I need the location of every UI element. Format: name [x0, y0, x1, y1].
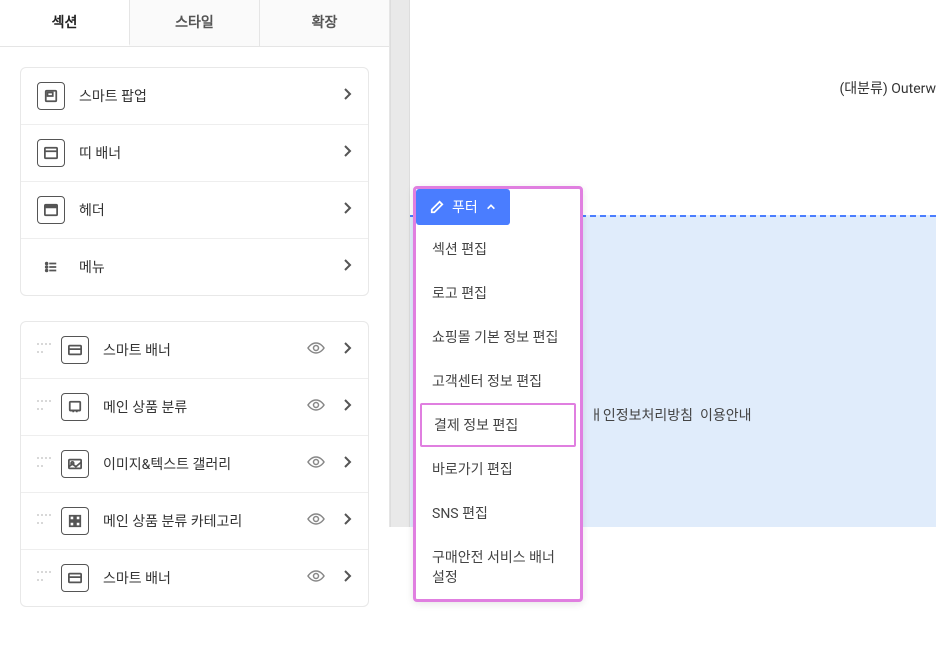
menu-header[interactable]: 푸터 — [416, 189, 510, 225]
item-label: 헤더 — [79, 200, 342, 220]
list-item[interactable]: 스마트 배너 — [21, 550, 368, 606]
menu-item-sns-edit[interactable]: SNS 편집 — [416, 491, 580, 535]
drag-handle-icon[interactable] — [37, 400, 51, 414]
terms-link[interactable]: 이용안내 — [700, 405, 752, 425]
tabs: 섹션 스타일 확장 — [0, 0, 389, 47]
item-label: 메인 상품 분류 — [103, 397, 306, 417]
sidebar: 섹션 스타일 확장 스마트 팝업 띠 배너 — [0, 0, 390, 527]
item-label: 스마트 배너 — [103, 340, 306, 360]
item-label: 메인 상품 분류 카테고리 — [103, 511, 306, 531]
edit-icon — [430, 200, 444, 214]
vertical-scrollbar[interactable] — [390, 0, 410, 527]
visibility-icon[interactable] — [306, 395, 326, 419]
chevron-right-icon — [342, 258, 352, 276]
tab-style[interactable]: 스타일 — [130, 0, 260, 46]
popup-icon — [37, 82, 65, 110]
gallery-icon — [61, 450, 89, 478]
footer-context-menu: 푸터 섹션 편집 로고 편집 쇼핑몰 기본 정보 편집 고객센터 정보 편집 결… — [413, 186, 583, 602]
product-category-icon — [61, 393, 89, 421]
smart-banner-icon — [61, 336, 89, 364]
menu-item-payment-info-edit[interactable]: 결제 정보 편집 — [420, 403, 576, 447]
chevron-right-icon — [342, 512, 352, 530]
chevron-right-icon — [342, 569, 352, 587]
privacy-link[interactable]: ㅐ인정보처리방침 — [590, 405, 693, 425]
list-item[interactable]: 메인 상품 분류 — [21, 379, 368, 436]
item-label: 스마트 팝업 — [79, 86, 342, 106]
drag-handle-icon[interactable] — [37, 457, 51, 471]
visibility-icon[interactable] — [306, 566, 326, 590]
chevron-right-icon — [342, 201, 352, 219]
chevron-right-icon — [342, 455, 352, 473]
menu-header-label: 푸터 — [452, 197, 478, 217]
chevron-right-icon — [342, 144, 352, 162]
category-grid-icon — [61, 507, 89, 535]
menu-item-safety-banner[interactable]: 구매안전 서비스 배너 설정 — [416, 535, 580, 599]
breadcrumb: (대분류) Outerw — [839, 78, 936, 98]
tab-extend[interactable]: 확장 — [260, 0, 389, 46]
menu-item-logo-edit[interactable]: 로고 편집 — [416, 271, 580, 315]
list-item[interactable]: 이미지&텍스트 갤러리 — [21, 436, 368, 493]
item-menu[interactable]: 메뉴 — [21, 239, 368, 295]
chevron-right-icon — [342, 398, 352, 416]
menu-item-section-edit[interactable]: 섹션 편집 — [416, 227, 580, 271]
drag-handle-icon[interactable] — [37, 343, 51, 357]
item-smart-popup[interactable]: 스마트 팝업 — [21, 68, 368, 125]
menu-icon — [37, 253, 65, 281]
visibility-icon[interactable] — [306, 509, 326, 533]
visibility-icon[interactable] — [306, 452, 326, 476]
item-label: 스마트 배너 — [103, 568, 306, 588]
item-header[interactable]: 헤더 — [21, 182, 368, 239]
visibility-icon[interactable] — [306, 338, 326, 362]
chevron-right-icon — [342, 341, 352, 359]
drag-handle-icon[interactable] — [37, 571, 51, 585]
item-label: 이미지&텍스트 갤러리 — [103, 454, 306, 474]
header-icon — [37, 196, 65, 224]
menu-item-shop-info-edit[interactable]: 쇼핑몰 기본 정보 편집 — [416, 315, 580, 359]
chevron-right-icon — [342, 87, 352, 105]
item-label: 띠 배너 — [79, 143, 342, 163]
tab-section[interactable]: 섹션 — [0, 0, 130, 46]
list-item[interactable]: 메인 상품 분류 카테고리 — [21, 493, 368, 550]
menu-item-shortcut-edit[interactable]: 바로가기 편집 — [416, 447, 580, 491]
section-list: 스마트 팝업 띠 배너 헤더 메뉴 — [0, 47, 389, 652]
smart-banner-icon — [61, 564, 89, 592]
item-strip-banner[interactable]: 띠 배너 — [21, 125, 368, 182]
menu-item-cs-info-edit[interactable]: 고객센터 정보 편집 — [416, 359, 580, 403]
chevron-up-icon — [486, 202, 496, 212]
fixed-group: 스마트 팝업 띠 배너 헤더 메뉴 — [20, 67, 369, 296]
item-label: 메뉴 — [79, 257, 342, 277]
list-item[interactable]: 스마트 배너 — [21, 322, 368, 379]
draggable-group: 스마트 배너 메인 상품 분류 이미지&텍스트 갤러리 — [20, 321, 369, 607]
drag-handle-icon[interactable] — [37, 514, 51, 528]
banner-icon — [37, 139, 65, 167]
